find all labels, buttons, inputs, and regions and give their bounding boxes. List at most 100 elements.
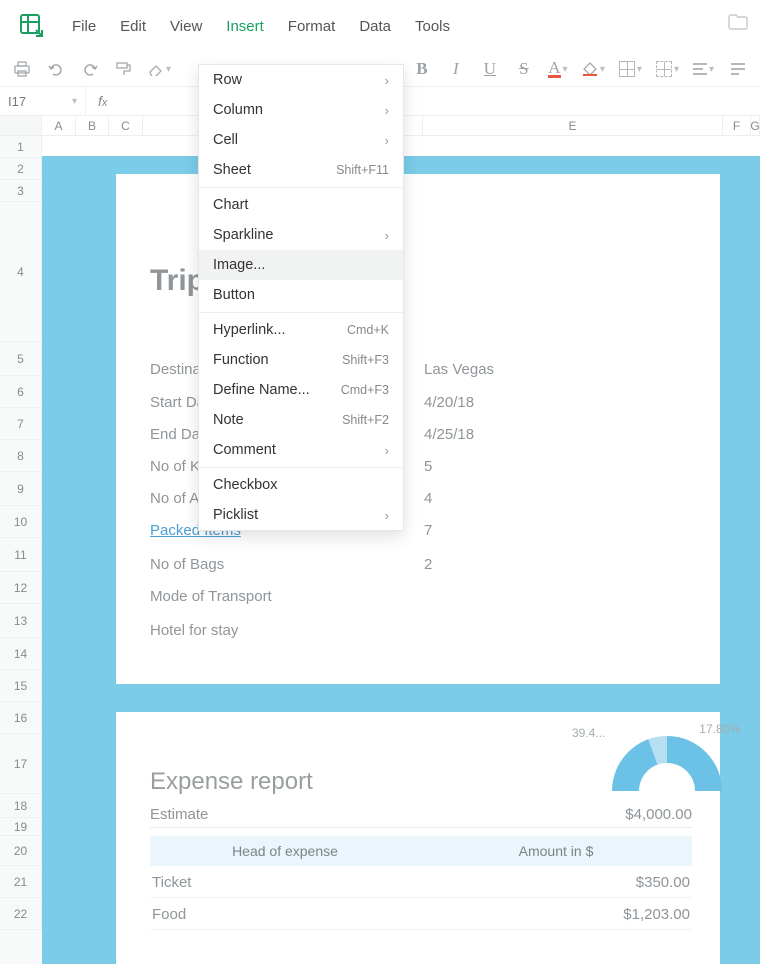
menu-shortcut: Shift+F11 bbox=[336, 163, 389, 177]
chevron-right-icon: › bbox=[385, 133, 389, 148]
menu-shortcut: Cmd+F3 bbox=[341, 383, 389, 397]
insert-hyperlink-[interactable]: Hyperlink... Cmd+K bbox=[199, 315, 403, 345]
menu-item-label: Button bbox=[213, 287, 255, 303]
row-header-11[interactable]: 11 bbox=[0, 538, 42, 572]
insert-function[interactable]: FunctionShift+F3 bbox=[199, 345, 403, 375]
insert-define-name-[interactable]: Define Name...Cmd+F3 bbox=[199, 375, 403, 405]
expense-amount: $1,203.00 bbox=[623, 906, 690, 923]
menu-bar: FileEditViewInsertFormatDataTools bbox=[60, 10, 462, 43]
wrap-icon[interactable] bbox=[728, 63, 748, 75]
align-icon[interactable]: ▾ bbox=[693, 63, 714, 75]
chevron-right-icon: › bbox=[385, 508, 389, 523]
row-header-4[interactable]: 4 bbox=[0, 202, 42, 342]
insert-comment[interactable]: Comment› bbox=[199, 435, 403, 465]
format-painter-icon[interactable] bbox=[114, 61, 134, 77]
row-header-16[interactable]: 16 bbox=[0, 702, 42, 734]
col-header-A[interactable]: A bbox=[42, 116, 76, 135]
menu-item-label: Checkbox bbox=[213, 477, 277, 493]
insert-checkbox[interactable]: Checkbox bbox=[199, 470, 403, 500]
row-header-9[interactable]: 9 bbox=[0, 472, 42, 506]
row-header-14[interactable]: 14 bbox=[0, 638, 42, 670]
chevron-right-icon: › bbox=[385, 73, 389, 88]
row-header-18[interactable]: 18 bbox=[0, 794, 42, 818]
insert-image-[interactable]: Image... bbox=[199, 250, 403, 280]
borders-icon[interactable]: ▾ bbox=[619, 61, 642, 77]
menu-item-label: Column bbox=[213, 102, 263, 118]
font-color-icon[interactable]: A▾ bbox=[548, 61, 568, 78]
row-header-2[interactable]: 2 bbox=[0, 158, 42, 180]
expense-head: Food bbox=[152, 906, 186, 923]
col-header-C[interactable]: C bbox=[109, 116, 143, 135]
fill-color-icon[interactable]: ▾ bbox=[582, 62, 605, 76]
redo-icon[interactable] bbox=[80, 62, 100, 76]
bold-icon[interactable]: B bbox=[412, 59, 432, 79]
insert-note[interactable]: NoteShift+F2 bbox=[199, 405, 403, 435]
trip-row-value: Las Vegas bbox=[424, 361, 494, 378]
trip-row: Mode of Transport bbox=[150, 588, 272, 605]
menu-shortcut: Cmd+K bbox=[347, 323, 389, 337]
print-icon[interactable] bbox=[12, 61, 32, 77]
menu-item-label: Picklist bbox=[213, 507, 258, 523]
expense-row: Food $1,203.00 bbox=[150, 900, 692, 930]
strike-icon[interactable]: S bbox=[514, 59, 534, 79]
folder-icon[interactable] bbox=[728, 14, 748, 33]
trip-row-label: No of Bags bbox=[150, 556, 224, 573]
menu-item-label: Sparkline bbox=[213, 227, 273, 243]
menu-separator bbox=[199, 467, 403, 468]
row-header-7[interactable]: 7 bbox=[0, 408, 42, 440]
menu-insert[interactable]: Insert bbox=[214, 10, 276, 43]
trip-row-label: Hotel for stay bbox=[150, 622, 238, 639]
col-header-F[interactable]: F bbox=[723, 116, 751, 135]
merge-icon[interactable]: ▾ bbox=[656, 61, 679, 77]
chevron-right-icon: › bbox=[385, 443, 389, 458]
menu-item-label: Chart bbox=[213, 197, 248, 213]
row-header-1[interactable]: 1 bbox=[0, 136, 42, 158]
menu-item-label: Row bbox=[213, 72, 242, 88]
insert-picklist[interactable]: Picklist › bbox=[199, 500, 403, 530]
menu-item-label: Image... bbox=[213, 257, 265, 273]
insert-button[interactable]: Button bbox=[199, 280, 403, 310]
menu-separator bbox=[199, 187, 403, 188]
menu-data[interactable]: Data bbox=[347, 10, 403, 43]
row-header-6[interactable]: 6 bbox=[0, 376, 42, 408]
menu-tools[interactable]: Tools bbox=[403, 10, 462, 43]
menu-item-label: Hyperlink... bbox=[213, 322, 286, 338]
row-header-13[interactable]: 13 bbox=[0, 604, 42, 638]
col-header-G[interactable]: G bbox=[751, 116, 760, 135]
underline-icon[interactable]: U bbox=[480, 59, 500, 79]
insert-cell[interactable]: Cell› bbox=[199, 125, 403, 155]
row-header-21[interactable]: 21 bbox=[0, 866, 42, 898]
insert-menu-dropdown[interactable]: Row›Column›Cell›SheetShift+F11ChartSpark… bbox=[198, 64, 404, 531]
col-header-B[interactable]: B bbox=[76, 116, 109, 135]
insert-row[interactable]: Row › bbox=[199, 65, 403, 95]
trip-row-label: Mode of Transport bbox=[150, 588, 272, 605]
row-header-15[interactable]: 15 bbox=[0, 670, 42, 702]
menu-view[interactable]: View bbox=[158, 10, 214, 43]
row-header-20[interactable]: 20 bbox=[0, 836, 42, 866]
col-header-E[interactable]: E bbox=[423, 116, 723, 135]
row-header-22[interactable]: 22 bbox=[0, 898, 42, 930]
insert-chart[interactable]: Chart bbox=[199, 190, 403, 220]
insert-column[interactable]: Column› bbox=[199, 95, 403, 125]
insert-sheet[interactable]: SheetShift+F11 bbox=[199, 155, 403, 185]
row-header-17[interactable]: 17 bbox=[0, 734, 42, 794]
row-header-8[interactable]: 8 bbox=[0, 440, 42, 472]
row-header-3[interactable]: 3 bbox=[0, 180, 42, 202]
insert-sparkline[interactable]: Sparkline › bbox=[199, 220, 403, 250]
menu-file[interactable]: File bbox=[60, 10, 108, 43]
menu-format[interactable]: Format bbox=[276, 10, 348, 43]
fx-icon[interactable]: fx bbox=[86, 93, 119, 109]
row-header-12[interactable]: 12 bbox=[0, 572, 42, 604]
row-header-19[interactable]: 19 bbox=[0, 818, 42, 836]
row-header-5[interactable]: 5 bbox=[0, 342, 42, 376]
name-box[interactable]: I17 ▾ bbox=[0, 87, 86, 115]
row-header-10[interactable]: 10 bbox=[0, 506, 42, 538]
select-all-cell[interactable] bbox=[0, 116, 42, 135]
eraser-icon[interactable]: ▾ bbox=[148, 62, 171, 76]
undo-icon[interactable] bbox=[46, 62, 66, 76]
italic-icon[interactable]: I bbox=[446, 59, 466, 79]
chevron-right-icon: › bbox=[385, 228, 389, 243]
menu-separator bbox=[199, 312, 403, 313]
expense-row: Ticket$350.00 bbox=[150, 868, 692, 898]
menu-edit[interactable]: Edit bbox=[108, 10, 158, 43]
